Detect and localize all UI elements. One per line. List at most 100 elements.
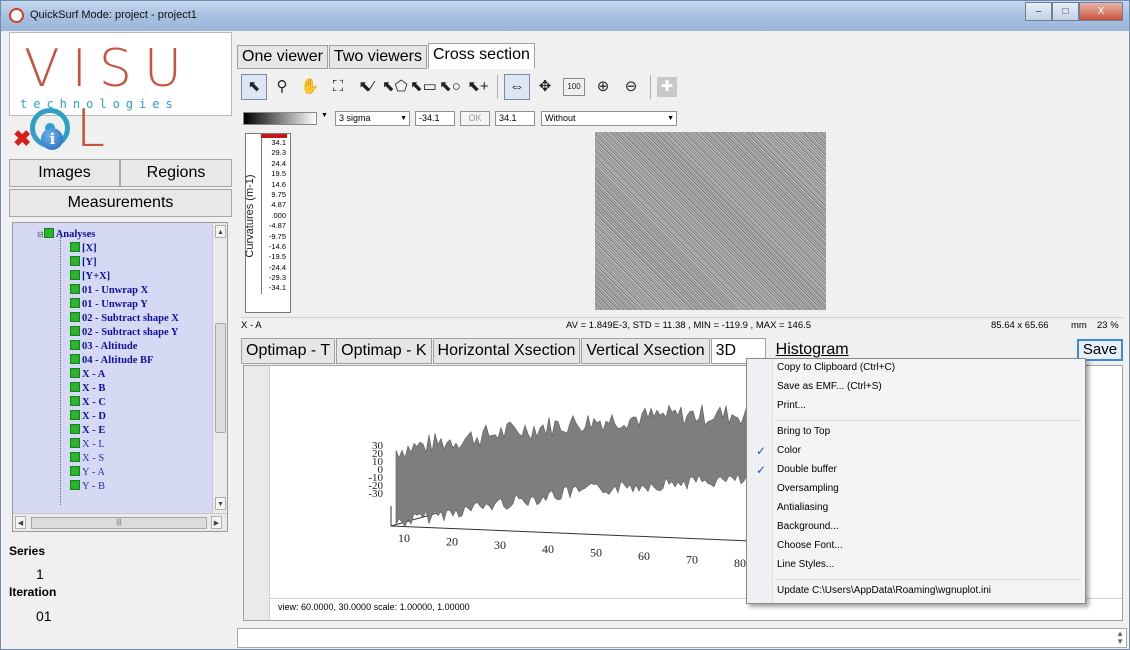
color-scale-tick: 29.3 — [261, 148, 287, 159]
toolbar-separator — [497, 75, 498, 99]
tree-item[interactable]: X - C — [70, 396, 106, 408]
menu-item[interactable]: Save as EMF... (Ctrl+S) — [777, 381, 882, 392]
pan-hand-icon[interactable]: ✋ — [297, 74, 323, 100]
menu-item[interactable]: Oversampling — [777, 483, 839, 494]
palette-dropdown-icon[interactable]: ▼ — [321, 112, 328, 119]
tab-regions[interactable]: Regions — [120, 159, 232, 187]
tab-vertical-xsection[interactable]: Vertical Xsection — [581, 338, 710, 364]
node-icon — [70, 466, 80, 476]
tab-optimap-k[interactable]: Optimap - K — [336, 338, 432, 364]
menu-item[interactable]: Choose Font... — [777, 540, 843, 551]
menu-item[interactable]: Print... — [777, 400, 806, 411]
menu-item[interactable]: Antialiasing — [777, 502, 828, 513]
iteration-value: 01 — [36, 608, 52, 624]
color-scale-tick: 34.1 — [261, 138, 287, 149]
maximize-button[interactable]: □ — [1052, 2, 1079, 21]
tab-measurements[interactable]: Measurements — [9, 189, 232, 217]
tree-item[interactable]: X - L — [70, 438, 105, 450]
scroll-right-icon[interactable]: ▶ — [211, 516, 222, 529]
delete-icon[interactable]: ✖ — [13, 128, 31, 150]
tree-item[interactable]: Y - A — [70, 466, 105, 478]
tab-horizontal-xsection[interactable]: Horizontal Xsection — [432, 338, 581, 364]
menu-item[interactable]: Background... — [777, 521, 839, 532]
menu-item[interactable]: Copy to Clipboard (Ctrl+C) — [777, 362, 895, 373]
tree-item[interactable]: 01 - Unwrap Y — [70, 298, 148, 310]
minimize-button[interactable]: – — [1025, 2, 1052, 21]
tab-one-viewer[interactable]: One viewer — [237, 45, 328, 69]
menu-item[interactable]: Double buffer — [777, 464, 837, 475]
tree-item[interactable]: 03 - Altitude — [70, 340, 137, 352]
tree-vertical-scrollbar[interactable]: ▲ ▼ — [212, 223, 227, 513]
app-icon — [9, 8, 24, 23]
sigma-select[interactable]: 3 sigma ▼ — [335, 111, 410, 126]
max-input[interactable]: 34.1 — [495, 111, 535, 126]
tree-item[interactable]: [Y+X] — [70, 270, 110, 282]
x-tick-label: 30 — [494, 538, 506, 552]
tree-item[interactable]: 02 - Subtract shape Y — [70, 326, 178, 338]
tree-root[interactable]: ⊟ Analyses — [37, 228, 95, 240]
zoom-out-icon[interactable]: ⊖ — [618, 74, 644, 100]
color-scale-tick: -34.1 — [261, 283, 287, 294]
close-button[interactable]: X — [1079, 2, 1123, 21]
menu-item[interactable]: Update C:\Users\AppData\Roaming\wgnuplot… — [777, 585, 991, 596]
zoom-in-icon[interactable]: ⊕ — [590, 74, 616, 100]
spinner-icon[interactable]: ▲ ▼ — [1116, 630, 1124, 646]
rectangle-select-icon[interactable]: ⬉▭ — [409, 74, 437, 100]
magnifier-measure-icon[interactable]: ⚲ — [269, 74, 295, 100]
tab-images[interactable]: Images — [9, 159, 120, 187]
scroll-left-icon[interactable]: ◀ — [15, 516, 26, 529]
min-input[interactable]: -34.1 — [415, 111, 455, 126]
tree-horizontal-scrollbar[interactable]: ◀ ||| ▶ — [13, 513, 227, 531]
tree-item[interactable]: [Y] — [70, 256, 97, 268]
palette-gradient[interactable] — [243, 112, 317, 125]
line-select-icon[interactable]: ⬉⁄ — [353, 74, 379, 100]
add-select-icon[interactable]: ⬉+ — [465, 74, 491, 100]
pointer-icon[interactable]: ⬉ — [241, 74, 267, 100]
tree-root-label: Analyses — [55, 229, 96, 240]
info-icon[interactable]: i — [41, 128, 64, 150]
tree-item[interactable]: Y - B — [70, 480, 105, 492]
tree-item[interactable]: 01 - Unwrap X — [70, 284, 148, 296]
zoom-100-button[interactable]: 100 — [563, 78, 585, 96]
node-icon — [70, 424, 80, 434]
tree-item[interactable]: X - E — [70, 424, 105, 436]
series-value: 1 — [36, 566, 44, 582]
fit-all-icon[interactable]: ✥ — [532, 74, 558, 100]
tab-two-viewers[interactable]: Two viewers — [328, 45, 427, 69]
toolbar-separator — [650, 75, 651, 99]
menu-item[interactable]: Line Styles... — [777, 559, 834, 570]
crosshair-icon[interactable]: ✚ — [657, 77, 677, 97]
scroll-down-icon[interactable]: ▼ — [215, 497, 226, 510]
scroll-thumb[interactable] — [215, 323, 226, 433]
fit-width-icon[interactable]: ⇔ — [504, 74, 530, 100]
circle-select-icon[interactable]: ⬉○ — [437, 74, 463, 100]
polygon-select-icon[interactable]: ⬉⬠ — [381, 74, 408, 100]
tree-item[interactable]: X - S — [70, 452, 104, 464]
surface-image[interactable] — [595, 132, 826, 310]
node-icon — [70, 312, 80, 322]
scroll-up-icon[interactable]: ▲ — [215, 225, 226, 238]
tree-item[interactable]: X - A — [70, 368, 105, 380]
window-title: QuickSurf Mode: project - project1 — [30, 9, 197, 21]
chevron-down-icon: ▼ — [400, 115, 407, 122]
tree-item[interactable]: [X] — [70, 242, 97, 254]
status-series: X - A — [241, 320, 262, 331]
tree-item[interactable]: 02 - Subtract shape X — [70, 312, 179, 324]
plot-left-strip — [244, 366, 270, 620]
collapse-icon[interactable]: ⊟ — [37, 230, 44, 239]
node-icon — [70, 354, 80, 364]
checkmark-icon: ✓ — [756, 444, 767, 458]
tree-item[interactable]: 04 - Altitude BF — [70, 354, 153, 366]
ok-button[interactable]: OK — [460, 111, 490, 126]
command-input[interactable]: ▲ ▼ — [237, 628, 1127, 648]
scroll-thumb[interactable]: ||| — [31, 517, 207, 529]
menu-item[interactable]: Bring to Top — [777, 426, 830, 437]
color-scale-tick: 4.87 — [261, 200, 287, 211]
tree-item[interactable]: X - B — [70, 382, 105, 394]
menu-item[interactable]: Color — [777, 445, 801, 456]
tree-item[interactable]: X - D — [70, 410, 106, 422]
tab-optimap-t[interactable]: Optimap - T — [241, 338, 336, 364]
point-select-icon[interactable]: ⛶ — [325, 74, 351, 100]
filter-select[interactable]: Without ▼ — [541, 111, 677, 126]
tab-cross-section[interactable]: Cross section — [427, 43, 535, 69]
